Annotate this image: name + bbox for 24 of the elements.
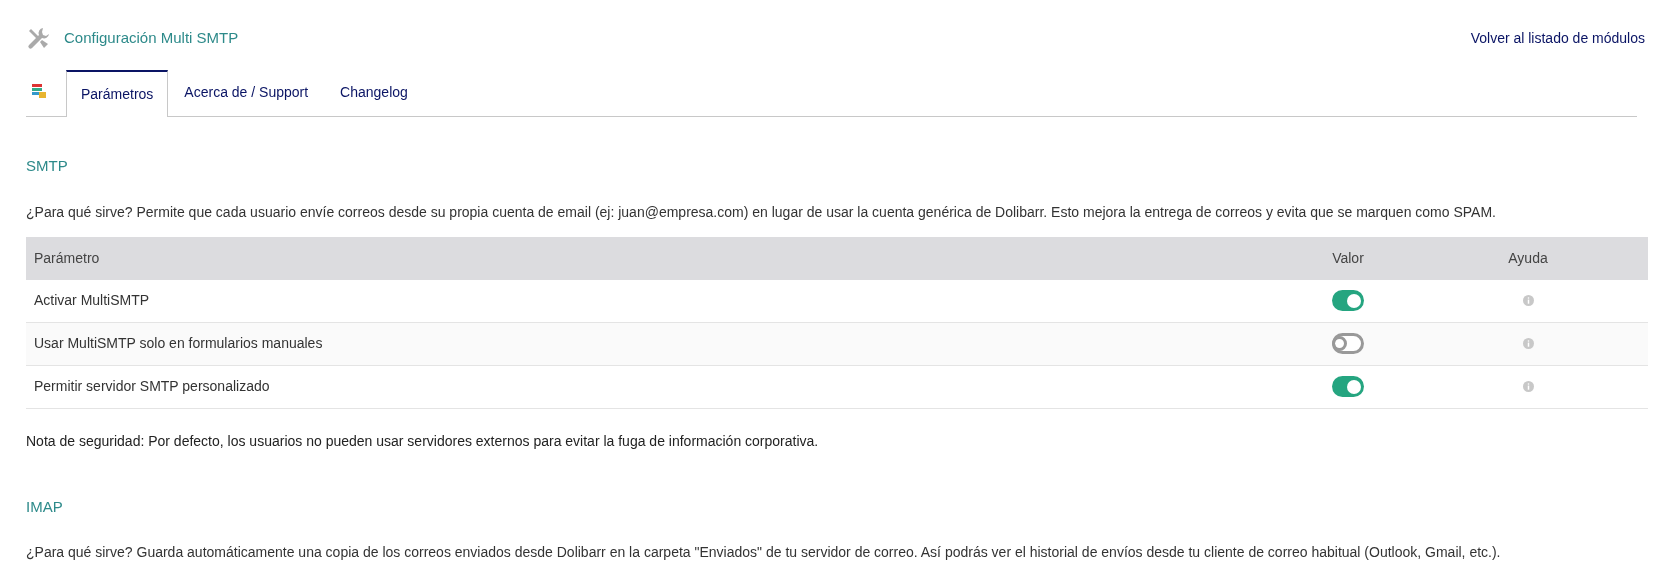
info-icon[interactable] — [1522, 381, 1534, 392]
tab[interactable]: Changelog — [324, 69, 424, 116]
info-icon[interactable] — [1522, 295, 1534, 306]
toggle-switch[interactable] — [1332, 376, 1364, 397]
table-cell-text: Permitir servidor SMTP personalizado — [33, 377, 271, 396]
section-description: ¿Para qué sirve? Permite que cada usuario envíe correos desde su propia cuenta de email (ej: juan@empresa.com) en lugar de usar la cuenta genérica de Dolibarr. Esto mejora la entrega de correos y evita que se marquen como SPAM. — [26, 202, 1497, 222]
back-link[interactable]: Volver al listado de módulos — [1470, 27, 1645, 49]
toggle-switch[interactable] — [1332, 290, 1364, 311]
section-heading: SMTP — [26, 156, 69, 176]
page-title: Configuración Multi SMTP — [64, 27, 239, 48]
tab[interactable]: Parámetros — [66, 70, 169, 117]
column-header: Parámetro — [33, 248, 101, 268]
table-cell-text: Usar MultiSMTP solo en formularios manuales — [33, 334, 324, 353]
table-cell-text: Activar MultiSMTP — [33, 291, 151, 310]
section-description: ¿Para qué sirve? Guarda automáticamente una copia de los correos enviados desde Dolibarr en la carpeta "Enviados" de tu servidor de correo. Así podrás ver el historial de envíos desde tu cliente de correo habitual (Outlook, Gmail, etc.). — [26, 543, 1502, 562]
database-icon — [32, 84, 46, 98]
tools-icon — [26, 26, 50, 50]
security-note: Nota de seguridad: Por defecto, los usuarios no pueden usar servidores externos para evitar la fuga de información corporativa. — [26, 431, 820, 451]
column-header: Ayuda — [1507, 248, 1549, 268]
toggle-switch[interactable] — [1332, 333, 1364, 354]
info-icon[interactable] — [1522, 338, 1534, 349]
column-header: Valor — [1331, 248, 1365, 268]
section-heading: IMAP — [26, 496, 64, 517]
tab[interactable]: Acerca de / Support — [168, 69, 325, 116]
